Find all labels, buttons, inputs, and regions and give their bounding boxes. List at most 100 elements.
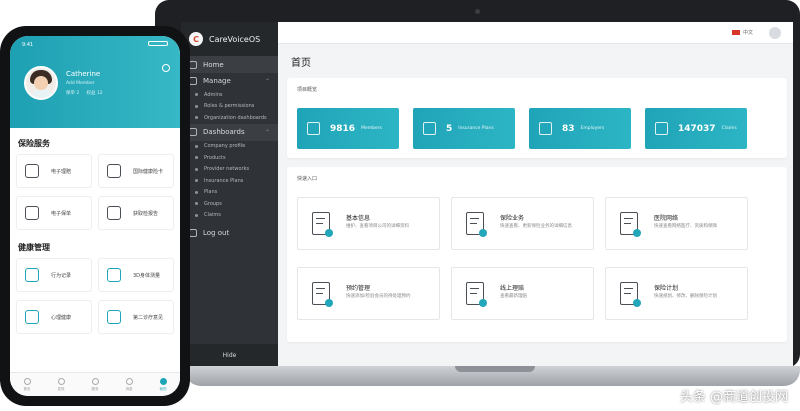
service-icon [91, 377, 99, 385]
members-icon [307, 122, 320, 135]
tile-e-policy[interactable]: 电子保单 [16, 196, 92, 230]
logout-icon [189, 229, 197, 237]
heart-pulse-icon [25, 310, 39, 324]
sidebar-item-label: Home [203, 60, 224, 69]
tab-label: 消息 [125, 386, 133, 391]
sidebar-item-org-dashboards[interactable]: Organization dashboards [181, 112, 278, 124]
sidebar-item-claims[interactable]: Claims [181, 210, 278, 222]
tile-activity[interactable]: 行为记录 [16, 258, 92, 292]
chevron-up-icon: ⌃ [264, 77, 270, 85]
app-name: CareVoiceOS [209, 34, 261, 44]
tile-label: 获取检报告 [133, 210, 159, 217]
employer-icon [539, 122, 552, 135]
profile-header: 9:41 Catherine Add Member 保单 2 权益 12 [10, 36, 180, 128]
sidebar-item-manage[interactable]: Manage ⌃ [181, 73, 278, 89]
overview-panel: 项目概览 9816 Members 5 Insurance Plans 83 E… [287, 78, 787, 158]
avatar[interactable] [769, 27, 781, 39]
tile-second-opinion[interactable]: 第二诊疗意见 [98, 300, 174, 334]
watermark: 头条 @商道创投网 [679, 390, 788, 405]
avatar[interactable] [24, 66, 58, 100]
stat-value: 147037 [678, 123, 716, 134]
tab-service[interactable]: 服务 [91, 377, 99, 392]
quick-access-title: 快速入口 [297, 176, 318, 182]
tile-label: 第二诊疗意见 [133, 314, 164, 321]
user-icon [159, 377, 167, 385]
sidebar-item-products[interactable]: Products [181, 152, 278, 164]
stat-card-members[interactable]: 9816 Members [297, 108, 399, 149]
stat-card-employers[interactable]: 83 Employers [529, 108, 631, 149]
id-card-icon [107, 164, 121, 178]
language-switcher[interactable]: 中文 [731, 29, 753, 36]
stat-card-claims[interactable]: 147037 Claims [645, 108, 747, 149]
tile-label: 行为记录 [51, 272, 72, 279]
china-flag-icon [731, 30, 740, 35]
hospital-icon [620, 212, 641, 237]
sidebar-item-insurance-plans[interactable]: Insurance Plans [181, 175, 278, 187]
quick-card-desc: 快速查看网络医疗、资质和保障 [654, 224, 717, 229]
tab-messages[interactable]: 消息 [125, 377, 133, 392]
quick-card-insurance[interactable]: 保险业务 快速查看、更新保险业务的详细信息 [451, 197, 594, 250]
tab-profile[interactable]: 我的 [159, 377, 167, 392]
stat-label: Employers [580, 126, 605, 131]
tile-3d-body[interactable]: 3D身体测量 [98, 258, 174, 292]
stat-value: 83 [562, 123, 575, 134]
tile-mental-health[interactable]: 心理健康 [16, 300, 92, 334]
sidebar-item-logout[interactable]: Log out [181, 225, 278, 241]
hide-label: Hide [222, 351, 237, 359]
report-icon [107, 206, 121, 220]
shield-check-icon [655, 122, 668, 135]
sidebar-item-provider-networks[interactable]: Provider networks [181, 164, 278, 176]
shield-icon [25, 164, 39, 178]
user-subtitle[interactable]: Add Member [66, 81, 95, 86]
tile-health-card[interactable]: 国际健康险卡 [98, 154, 174, 188]
status-time: 9:41 [22, 42, 34, 48]
stat-label: Insurance Plans [458, 126, 494, 131]
tab-label: 服务 [91, 386, 99, 391]
quick-card-title: 医院网络 [654, 215, 679, 222]
battery-icon [148, 41, 168, 46]
quick-card-desc: 维护、查看项目公司的详细资料 [346, 224, 409, 229]
topbar: 中文 [278, 22, 793, 44]
compass-icon [57, 377, 65, 385]
stat-label: Claims [721, 126, 737, 131]
sidebar-item-plans[interactable]: Plans [181, 187, 278, 199]
database-icon [423, 122, 436, 135]
quick-card-desc: 查看最新理赔 [500, 294, 527, 299]
overview-title: 项目概览 [297, 87, 318, 93]
sidebar-item-roles[interactable]: Roles & permissions [181, 101, 278, 113]
bottom-tab-bar: 首页 发现 服务 消息 我的 [10, 372, 180, 396]
tab-discover[interactable]: 发现 [57, 377, 65, 392]
tile-reports[interactable]: 获取检报告 [98, 196, 174, 230]
tab-label: 发现 [57, 386, 65, 391]
quick-card-online-claims[interactable]: 线上理赔 查看最新理赔 [451, 267, 594, 320]
sidebar-item-home[interactable]: Home [181, 56, 278, 73]
sidebar-item-dashboards[interactable]: Dashboards ⌃ [181, 123, 278, 141]
sidebar-item-company-profile[interactable]: Company profile [181, 141, 278, 153]
user-meta: 保单 2 权益 12 [66, 90, 103, 96]
tile-label: 电子保单 [51, 210, 72, 217]
home-icon [189, 60, 197, 69]
tab-home[interactable]: 首页 [23, 377, 31, 392]
sidebar-item-groups[interactable]: Groups [181, 198, 278, 210]
laptop-screen: C CareVoiceOS Home Manage ⌃ Admins Roles… [181, 22, 793, 366]
tile-e-claims[interactable]: 电子理赔 [16, 154, 92, 188]
section-title-insurance: 保险服务 [18, 139, 50, 148]
hide-sidebar-button[interactable]: Hide [181, 344, 278, 366]
tab-label: 首页 [23, 386, 31, 391]
quick-card-title: 保险业务 [500, 215, 525, 222]
brand[interactable]: C CareVoiceOS [181, 22, 278, 56]
quick-card-basic-info[interactable]: 基本信息 维护、查看项目公司的详细资料 [297, 197, 440, 250]
stat-card-insurance-plans[interactable]: 5 Insurance Plans [413, 108, 515, 149]
quick-card-title: 保险计划 [654, 285, 679, 292]
phone-device: 9:41 Catherine Add Member 保单 2 权益 12 保险服… [0, 26, 190, 406]
running-icon [25, 268, 39, 282]
quick-card-appointments[interactable]: 预约管理 快速添加/检验会员的待处理预约 [297, 267, 440, 320]
quick-card-hospital-network[interactable]: 医院网络 快速查看网络医疗、资质和保障 [605, 197, 748, 250]
gear-icon[interactable] [162, 64, 170, 72]
camera-icon [475, 9, 480, 14]
quick-card-plans[interactable]: 保险计划 快速规划、修改、删除保险计划 [605, 267, 748, 320]
book-icon [107, 310, 121, 324]
sidebar-item-admins[interactable]: Admins [181, 89, 278, 101]
stat-label: Members [361, 126, 382, 131]
manage-icon [189, 77, 197, 85]
